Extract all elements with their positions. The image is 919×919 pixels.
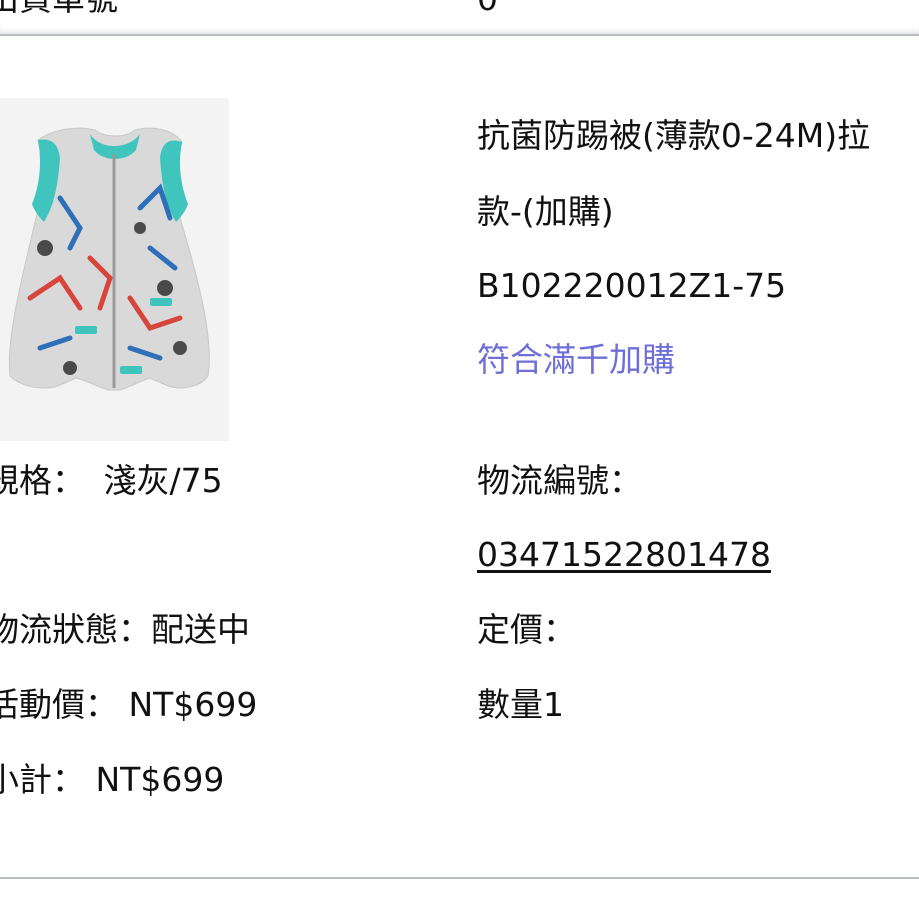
shipment-number-label: 出貨單號 <box>0 0 118 18</box>
section-divider <box>0 877 919 879</box>
product-name-line-1[interactable]: 抗菌防踢被(薄款0-24M)拉 <box>477 116 870 156</box>
sale-price: 活動價： NT$699 <box>0 685 258 724</box>
shipping-number-label: 物流編號： <box>477 461 642 500</box>
shipment-number-value: 0 <box>477 0 498 18</box>
shipping-status: 物流狀態：配送中 <box>0 610 250 649</box>
quantity-text: 數量1 <box>477 685 564 724</box>
shipping-number-link[interactable]: 03471522801478 <box>477 535 771 575</box>
spec-row: 規格： 淺灰/75 <box>0 461 223 501</box>
subtotal: 小計： NT$699 <box>0 760 225 799</box>
promo-link[interactable]: 符合滿千加購 <box>477 340 675 380</box>
product-name-line-2[interactable]: 款-(加購) <box>477 192 614 232</box>
spec-value: 淺灰/75 <box>103 461 223 500</box>
spec-label: 規格： <box>0 461 85 500</box>
order-header-strip: 出貨單號 0 <box>0 0 919 36</box>
list-price-label: 定價： <box>477 610 576 649</box>
product-sku: B102220012Z1-75 <box>477 266 787 305</box>
sleep-sack-image <box>0 98 229 441</box>
product-image[interactable] <box>0 98 229 441</box>
